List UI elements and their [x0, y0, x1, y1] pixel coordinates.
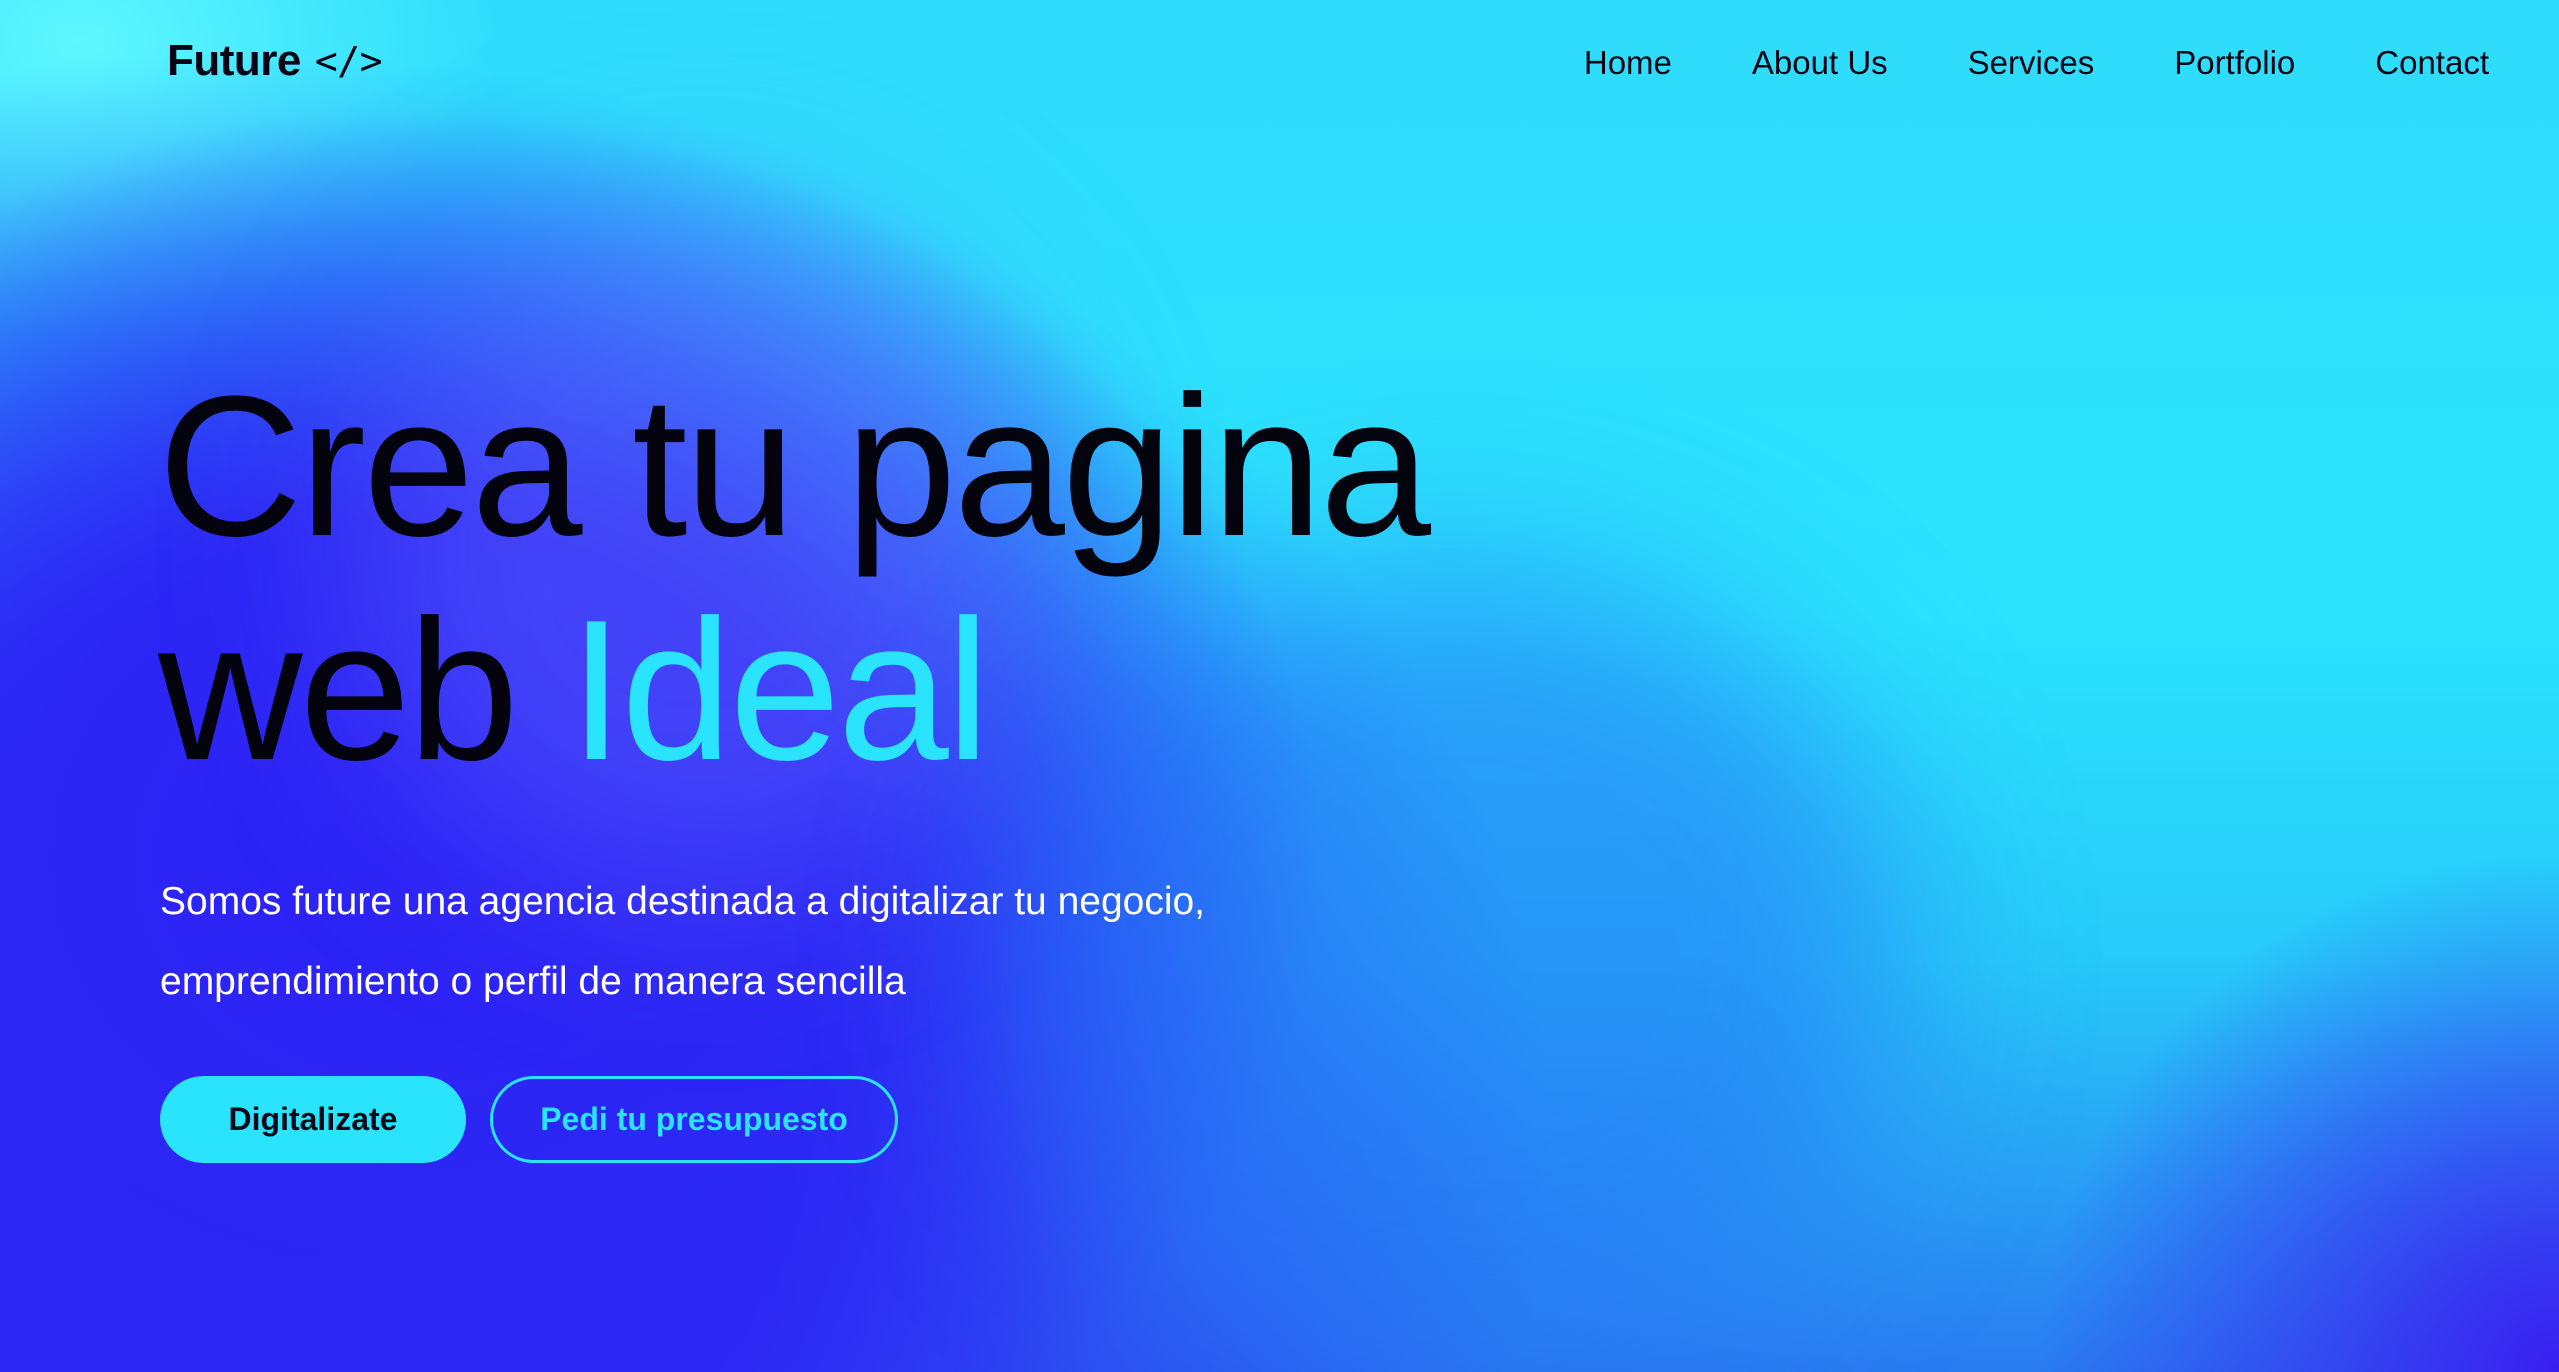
nav-item-home[interactable]: Home: [1584, 44, 1672, 82]
nav-item-about-us[interactable]: About Us: [1752, 44, 1888, 82]
nav-item-contact[interactable]: Contact: [2375, 44, 2489, 82]
hero-title-accent: Ideal: [568, 579, 990, 802]
main-nav: Home About Us Services Portfolio Contact: [1584, 44, 2489, 82]
nav-item-portfolio[interactable]: Portfolio: [2174, 44, 2295, 82]
hero-title-line2: web: [158, 579, 519, 802]
code-icon: </>: [314, 39, 383, 83]
site-header: Future </> Home About Us Services Portfo…: [0, 0, 2559, 130]
nav-item-services[interactable]: Services: [1968, 44, 2095, 82]
brand-name: Future: [167, 36, 301, 85]
digitalizate-button[interactable]: Digitalizate: [160, 1076, 466, 1163]
hero-title: Crea tu pagina web Ideal: [158, 355, 1431, 803]
hero-subtitle: Somos future una agencia destinada a dig…: [160, 862, 1460, 1022]
hero-subtitle-line1: Somos future una agencia destinada a dig…: [160, 880, 1206, 923]
hero-title-line1: Crea tu pagina: [158, 355, 1431, 578]
brand-logo[interactable]: Future </>: [167, 36, 383, 86]
quote-request-button[interactable]: Pedi tu presupuesto: [490, 1076, 898, 1163]
hero-subtitle-line2: emprendimiento o perfil de manera sencil…: [160, 960, 906, 1003]
